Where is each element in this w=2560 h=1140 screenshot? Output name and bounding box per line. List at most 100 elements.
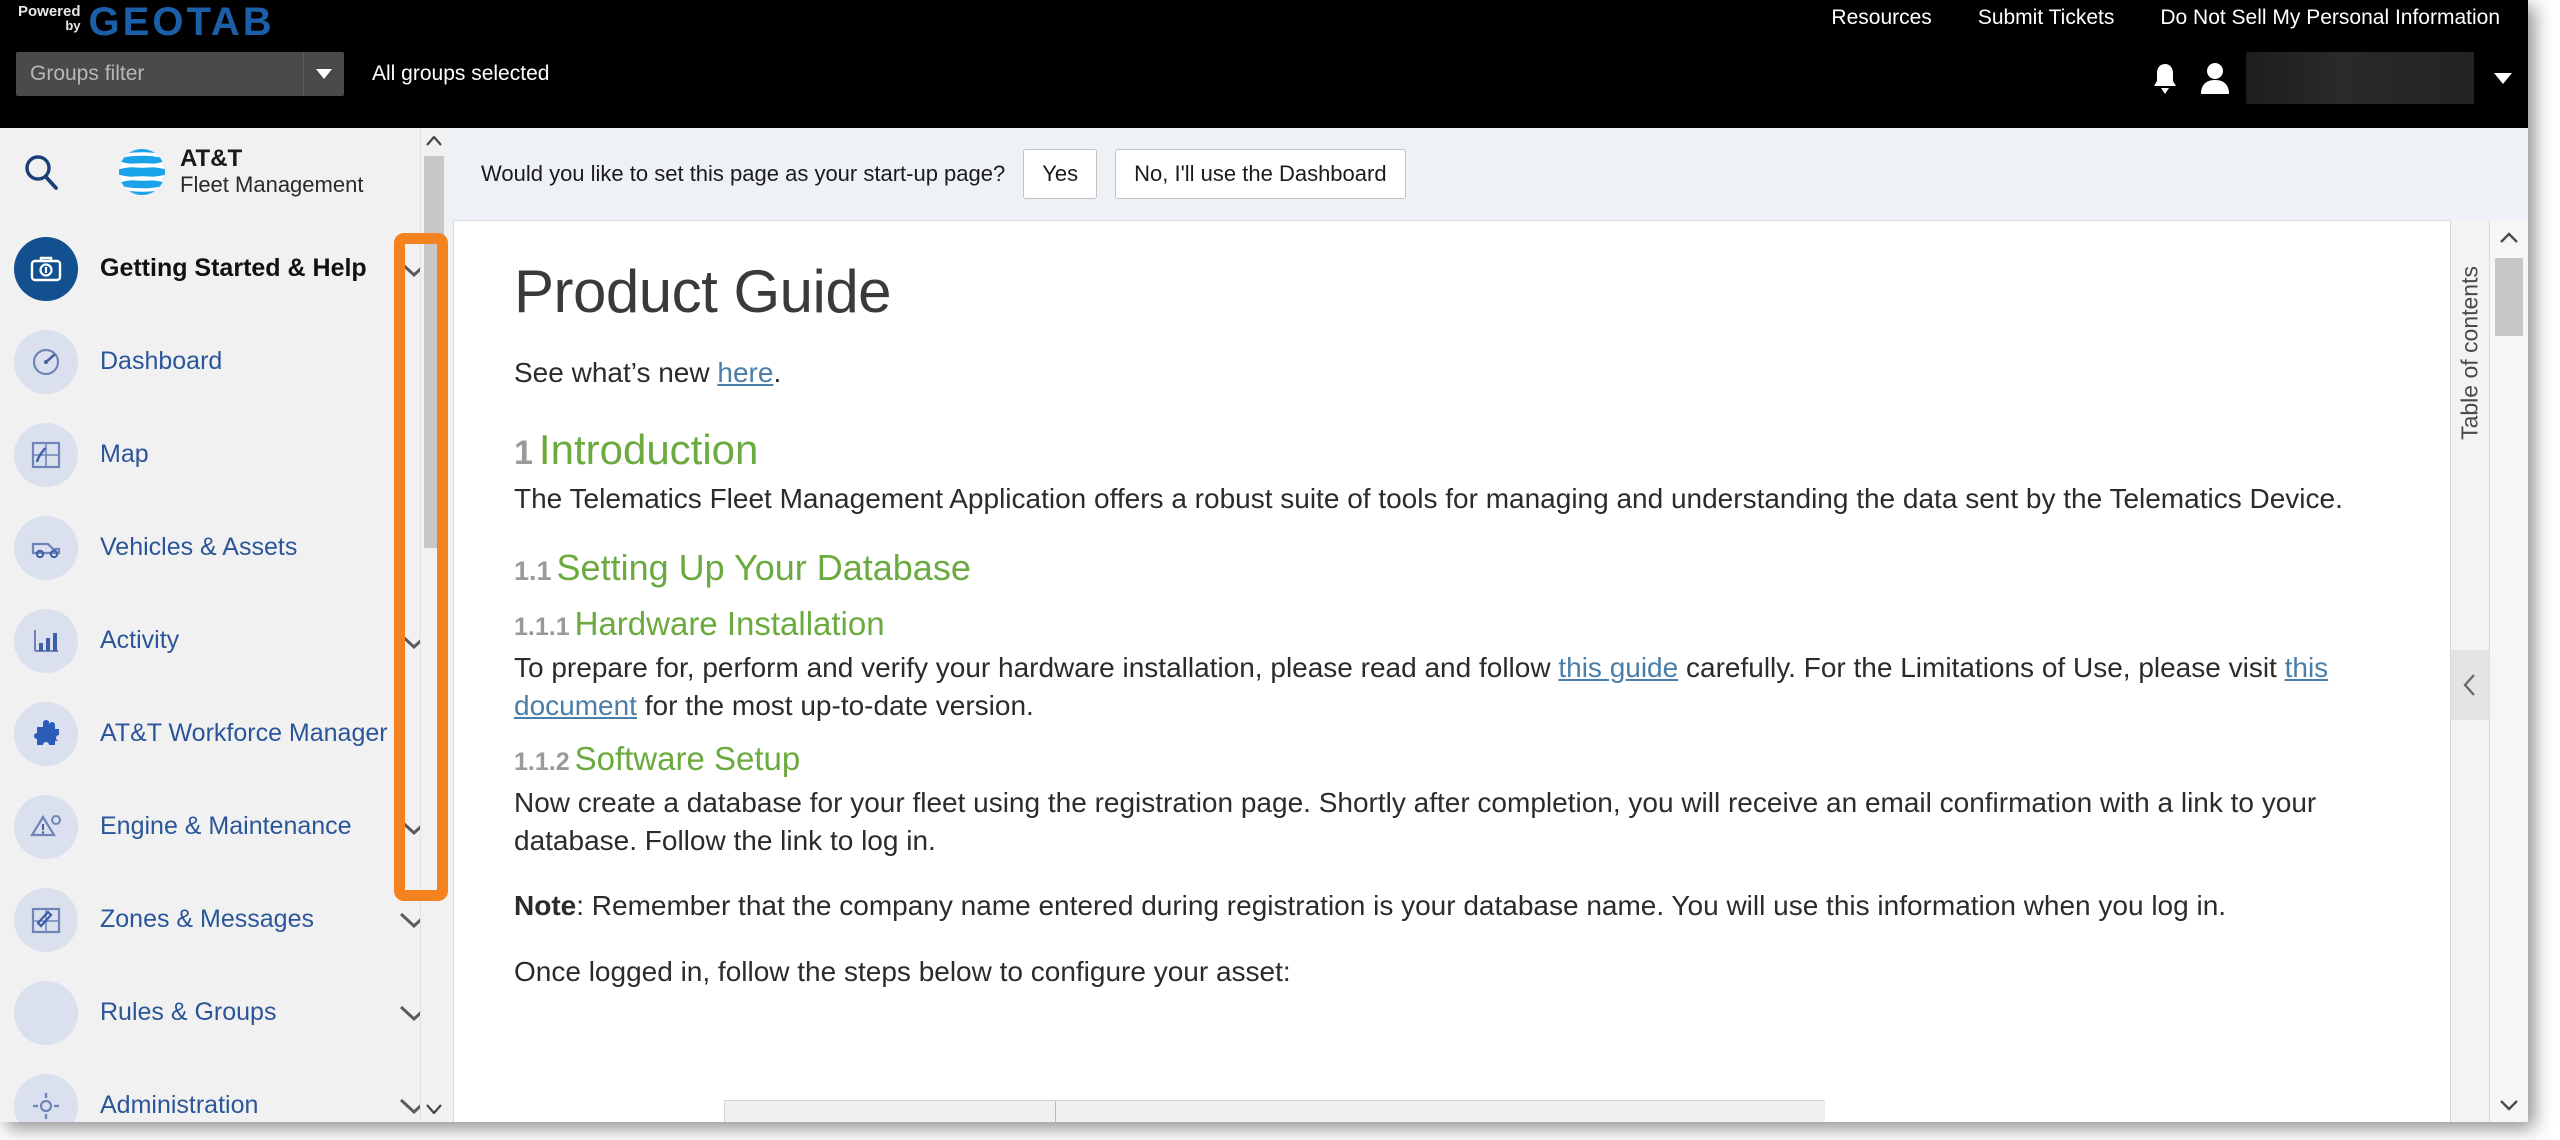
- sidebar-item-label: Zones & Messages: [100, 905, 314, 933]
- sidebar-item-label: Rules & Groups: [100, 998, 277, 1026]
- nav-link-resources[interactable]: Resources: [1831, 6, 1931, 30]
- closing-paragraph: Once logged in, follow the steps below t…: [514, 955, 1291, 987]
- help-kit-icon: [14, 236, 78, 301]
- section-title: Introduction: [538, 425, 759, 473]
- hw-para-part3: for the most up-to-date version.: [636, 689, 1034, 721]
- notification-bell-icon[interactable]: [2146, 56, 2184, 100]
- product-guide-document: Product Guide See what’s new here. 1 Intr…: [453, 220, 2465, 1122]
- user-name-field[interactable]: [2246, 52, 2474, 104]
- note-label: Note: [514, 890, 577, 922]
- section-number: 1.1.2: [514, 748, 570, 777]
- search-icon[interactable]: [14, 145, 68, 199]
- top-header-bar: Powered by GEOTAB All groups selected Re…: [0, 0, 2528, 128]
- sidebar-item-rules-groups[interactable]: Rules & Groups: [0, 966, 447, 1059]
- sidebar-item-label: Engine & Maintenance: [100, 812, 352, 840]
- table-of-contents-rail[interactable]: Table of contents: [2450, 220, 2490, 1122]
- nav-link-do-not-sell[interactable]: Do Not Sell My Personal Information: [2160, 6, 2500, 30]
- sidebar-scrollbar[interactable]: [420, 128, 447, 1122]
- user-menu-chevron-down-icon[interactable]: [2488, 72, 2518, 84]
- sidebar-item-att-workforce-manager[interactable]: AT&T Workforce Manager: [0, 687, 447, 780]
- powered-by-text: Powered by: [18, 2, 89, 33]
- section-number: 1.1.1: [514, 613, 570, 642]
- sidebar-item-map[interactable]: Map: [0, 408, 447, 501]
- app-title-line1: AT&T: [180, 145, 243, 173]
- att-globe-logo-icon: [116, 146, 168, 198]
- whats-new-link[interactable]: here: [717, 357, 773, 388]
- bar-chart-icon: [14, 608, 78, 673]
- att-fleet-management-brand: AT&T Fleet Management: [116, 145, 364, 198]
- sidebar-scroll-down-arrow-icon[interactable]: [421, 1096, 447, 1122]
- steps-table-partial: [724, 1100, 1825, 1122]
- section-title: Setting Up Your Database: [556, 547, 971, 589]
- section-number: 1: [514, 433, 533, 472]
- sidebar-header: AT&T Fleet Management: [0, 128, 447, 216]
- all-groups-selected-label: All groups selected: [372, 62, 550, 85]
- main-content-area: Would you like to set this page as your …: [447, 128, 2528, 1122]
- sidebar-item-engine-maintenance[interactable]: Engine & Maintenance: [0, 780, 447, 873]
- this-guide-link[interactable]: this guide: [1558, 652, 1678, 683]
- groups-filter-input[interactable]: [16, 52, 303, 96]
- sidebar-item-label: Administration: [100, 1091, 259, 1119]
- whats-new-prefix: See what’s new: [514, 357, 718, 388]
- sidebar-scrollbar-thumb[interactable]: [424, 156, 444, 548]
- sidebar-item-getting-started-help[interactable]: Getting Started & Help: [0, 222, 447, 315]
- section-heading-introduction: 1 Introduction: [514, 426, 2404, 474]
- chevron-left-icon[interactable]: [2451, 650, 2489, 720]
- nav-link-submit-tickets[interactable]: Submit Tickets: [1978, 6, 2115, 30]
- powered-by-line1: Powered: [18, 3, 81, 20]
- sidebar-item-vehicles-assets[interactable]: Vehicles & Assets: [0, 501, 447, 594]
- document-scroll-down-arrow-icon[interactable]: [2490, 1088, 2528, 1122]
- sidebar-item-label: AT&T Workforce Manager: [100, 719, 388, 747]
- groups-filter-dropdown-icon[interactable]: [303, 52, 344, 96]
- engine-warning-icon: [14, 794, 78, 859]
- powered-by-line2: by: [65, 18, 81, 33]
- sidebar-item-label: Map: [100, 440, 149, 468]
- note-paragraph: Note: Remember that the company name ent…: [514, 887, 2404, 925]
- document-scroll-up-arrow-icon[interactable]: [2490, 220, 2528, 254]
- sidebar-item-label: Dashboard: [100, 347, 223, 375]
- sidebar-item-administration[interactable]: Administration: [0, 1059, 447, 1122]
- sidebar-item-zones-messages[interactable]: Zones & Messages: [0, 873, 447, 966]
- top-nav-links: Resources Submit Tickets Do Not Sell My …: [1831, 6, 2500, 30]
- section-title: Software Setup: [574, 740, 801, 778]
- section-number: 1.1: [514, 556, 552, 587]
- app-title-line2: Fleet Management: [180, 172, 364, 198]
- startup-page-banner: Would you like to set this page as your …: [447, 128, 2528, 220]
- sidebar-item-activity[interactable]: Activity: [0, 594, 447, 687]
- sidebar-item-dashboard[interactable]: Dashboard: [0, 315, 447, 408]
- document-scrollbar-thumb[interactable]: [2495, 258, 2523, 336]
- software-setup-paragraph: Now create a database for your fleet usi…: [514, 787, 2317, 856]
- startup-no-button[interactable]: No, I'll use the Dashboard: [1115, 149, 1406, 199]
- map-grid-icon: [14, 422, 78, 487]
- hw-para-part2: carefully. For the Limitations of Use, p…: [1678, 652, 2285, 684]
- sidebar-nav-list: Getting Started & Help Dashboard Map Veh…: [0, 222, 447, 1122]
- sidebar-item-label: Activity: [100, 626, 180, 654]
- document-scrollbar[interactable]: [2489, 220, 2528, 1122]
- rules-icon: [14, 980, 78, 1045]
- gear-icon: [14, 1073, 78, 1122]
- groups-filter-area: All groups selected: [16, 52, 549, 96]
- left-sidebar: AT&T Fleet Management Getting Started & …: [0, 128, 448, 1122]
- zone-pencil-icon: [14, 887, 78, 952]
- geotab-logo-text: GEOTAB: [88, 0, 275, 44]
- introduction-paragraph: The Telematics Fleet Management Applicat…: [514, 482, 2343, 514]
- user-avatar-icon[interactable]: [2198, 56, 2232, 100]
- table-cell-divider: [1055, 1101, 1056, 1122]
- section-heading-software-setup: 1.1.2 Software Setup: [514, 740, 2404, 778]
- whats-new-suffix: .: [773, 357, 782, 388]
- gauge-icon: [14, 329, 78, 394]
- startup-banner-question: Would you like to set this page as your …: [481, 161, 1006, 186]
- section-heading-hardware-installation: 1.1.1 Hardware Installation: [514, 605, 2404, 643]
- section-title: Hardware Installation: [574, 605, 885, 643]
- whats-new-line: See what’s new here.: [514, 354, 2404, 392]
- sidebar-scroll-up-arrow-icon[interactable]: [421, 128, 447, 154]
- top-right-controls: [2146, 52, 2518, 104]
- page-title: Product Guide: [514, 258, 892, 325]
- groups-filter-control[interactable]: [16, 52, 344, 96]
- startup-yes-button[interactable]: Yes: [1023, 149, 1098, 199]
- table-of-contents-label: Table of contents: [2456, 266, 2483, 440]
- puzzle-piece-icon: [14, 701, 78, 766]
- hardware-installation-paragraph: To prepare for, perform and verify your …: [514, 649, 2404, 724]
- sidebar-item-label: Vehicles & Assets: [100, 533, 298, 561]
- geotab-branding: Powered by GEOTAB: [18, 2, 275, 42]
